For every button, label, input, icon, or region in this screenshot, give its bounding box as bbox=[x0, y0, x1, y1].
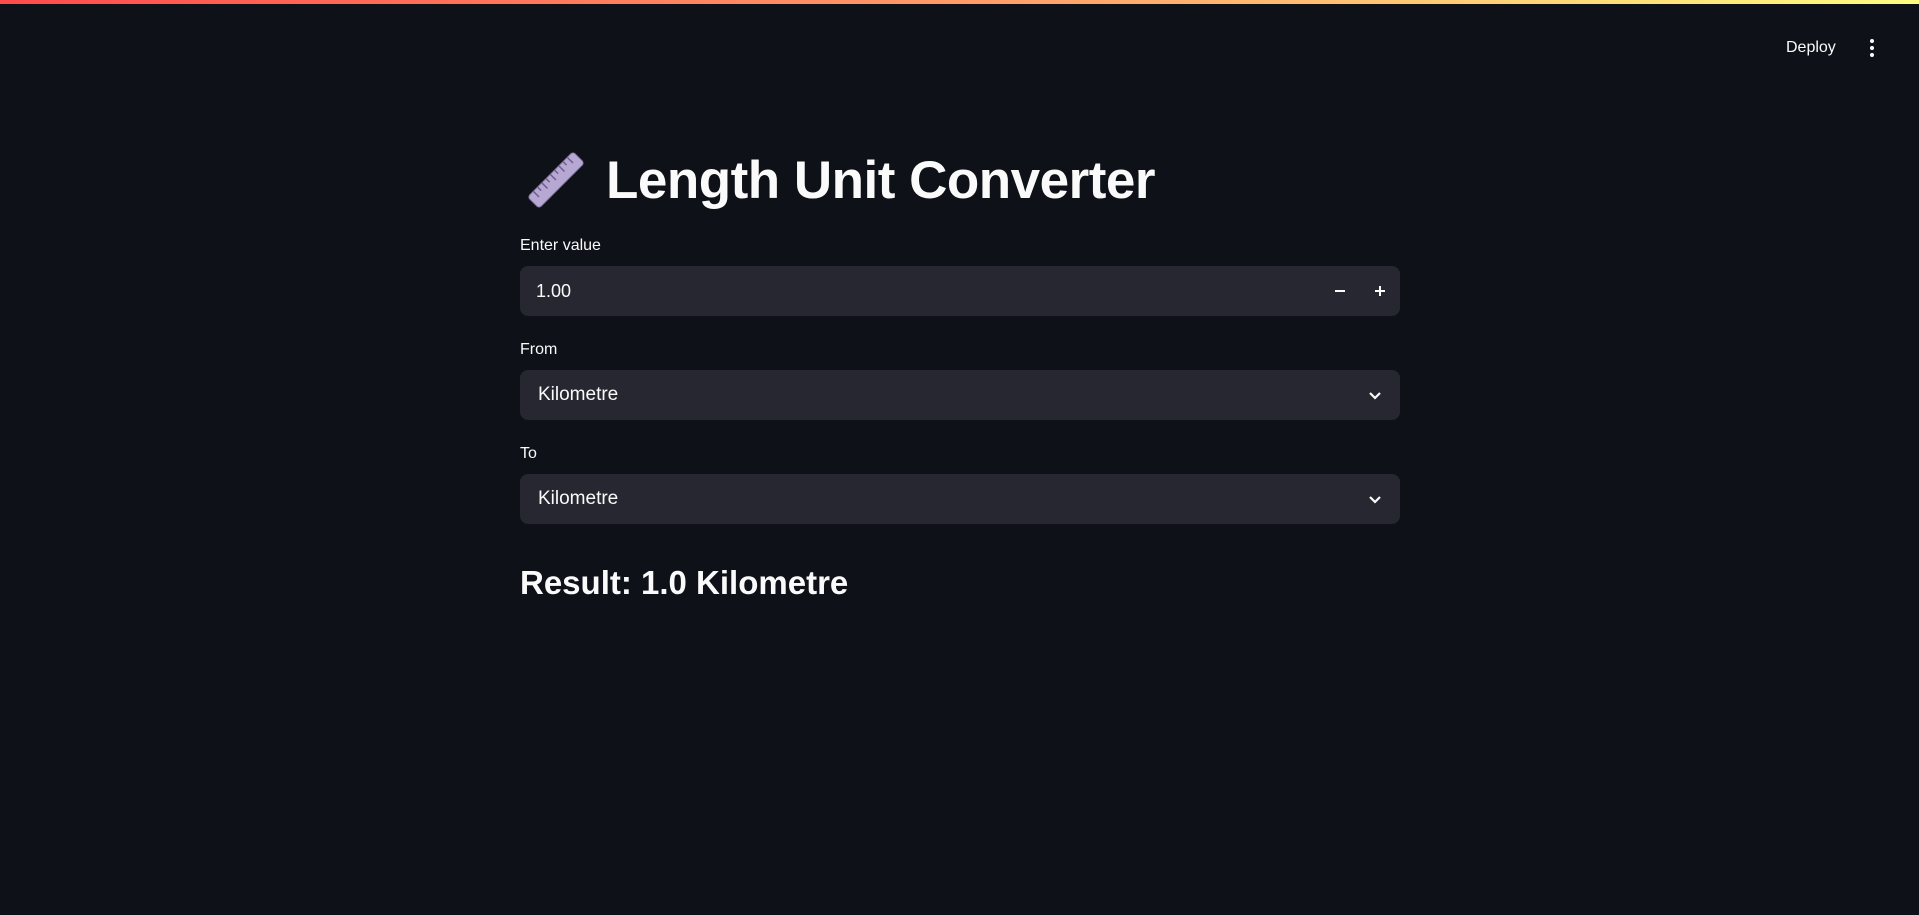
minus-icon bbox=[1335, 290, 1345, 292]
value-label: Enter value bbox=[520, 237, 601, 254]
chevron-down-icon bbox=[1369, 496, 1381, 504]
ruler-icon bbox=[528, 152, 584, 208]
decrement-button[interactable] bbox=[1320, 266, 1360, 316]
plus-icon bbox=[1375, 286, 1385, 296]
to-unit-select[interactable]: Kilometre bbox=[520, 474, 1400, 524]
to-label: To bbox=[520, 445, 537, 462]
from-unit-select[interactable]: Kilometre bbox=[520, 370, 1400, 420]
result-text: Result: 1.0 Kilometre bbox=[520, 564, 849, 601]
from-unit-value: Kilometre bbox=[538, 384, 619, 405]
increment-button[interactable] bbox=[1360, 266, 1400, 316]
kebab-menu-icon bbox=[1870, 39, 1874, 57]
deploy-button[interactable]: Deploy bbox=[1774, 34, 1848, 62]
chevron-down-icon bbox=[1369, 392, 1381, 400]
main-content: Length Unit Converter Enter value 1.00 F… bbox=[520, 140, 1400, 606]
app-header: Deploy bbox=[0, 0, 1919, 90]
main-menu-button[interactable] bbox=[1856, 32, 1888, 64]
value-number-input: 1.00 bbox=[520, 266, 1400, 316]
page-title-text: Length Unit Converter bbox=[606, 150, 1155, 210]
from-label: From bbox=[520, 341, 558, 358]
to-unit-value: Kilometre bbox=[538, 488, 619, 509]
value-input[interactable]: 1.00 bbox=[520, 281, 1320, 302]
page-title: Length Unit Converter bbox=[520, 140, 1400, 220]
